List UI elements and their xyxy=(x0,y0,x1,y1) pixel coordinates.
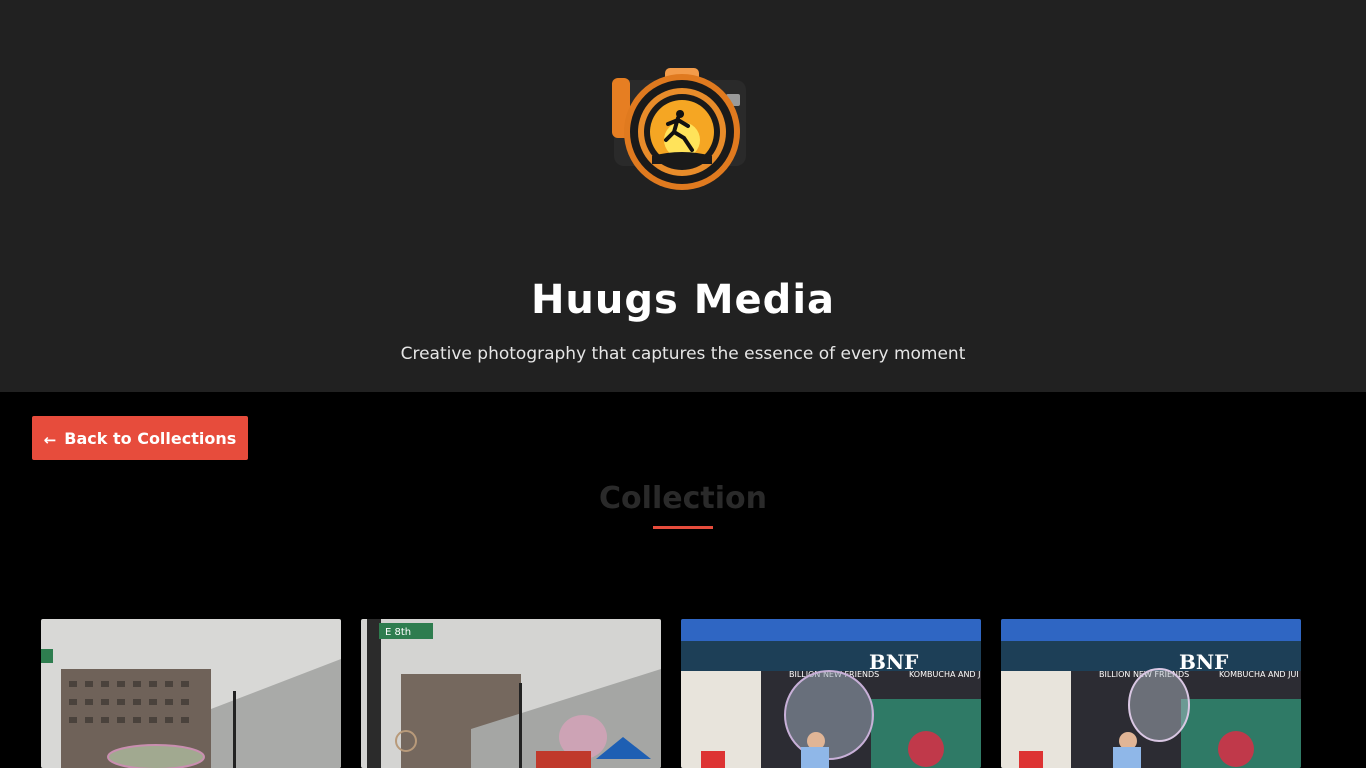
title-underline xyxy=(653,526,713,529)
collection-title: Collection xyxy=(599,481,767,516)
photo-thumbnail[interactable]: BILLION NEW FRIENDS BNF KOMBUCHA AND JUI xyxy=(681,619,981,768)
left-arrow-icon: ← xyxy=(43,431,57,449)
site-header: Huugs Media Creative photography that ca… xyxy=(0,0,1366,392)
site-tagline: Creative photography that captures the e… xyxy=(400,344,966,364)
booth-side-text: KOMBUCHA AND JUI xyxy=(909,670,981,679)
back-to-collections-button[interactable]: ← Back to Collections xyxy=(32,416,248,460)
back-button-label: Back to Collections xyxy=(64,428,237,448)
photo-thumbnail[interactable] xyxy=(41,619,341,768)
street-sign-text: E 8th xyxy=(385,627,411,638)
photo-thumbnail[interactable]: BILLION NEW FRIENDS BNF KOMBUCHA AND JUI xyxy=(1001,619,1301,768)
site-title: Huugs Media xyxy=(530,277,836,323)
camera-runner-logo-icon[interactable] xyxy=(608,60,756,198)
photo-gallery: E 8th BILLION NEW FRIENDS BNF KOMBUCHA A… xyxy=(0,619,1366,768)
photo-thumbnail[interactable]: E 8th xyxy=(361,619,661,768)
booth-side-text: KOMBUCHA AND JUI xyxy=(1219,670,1299,679)
